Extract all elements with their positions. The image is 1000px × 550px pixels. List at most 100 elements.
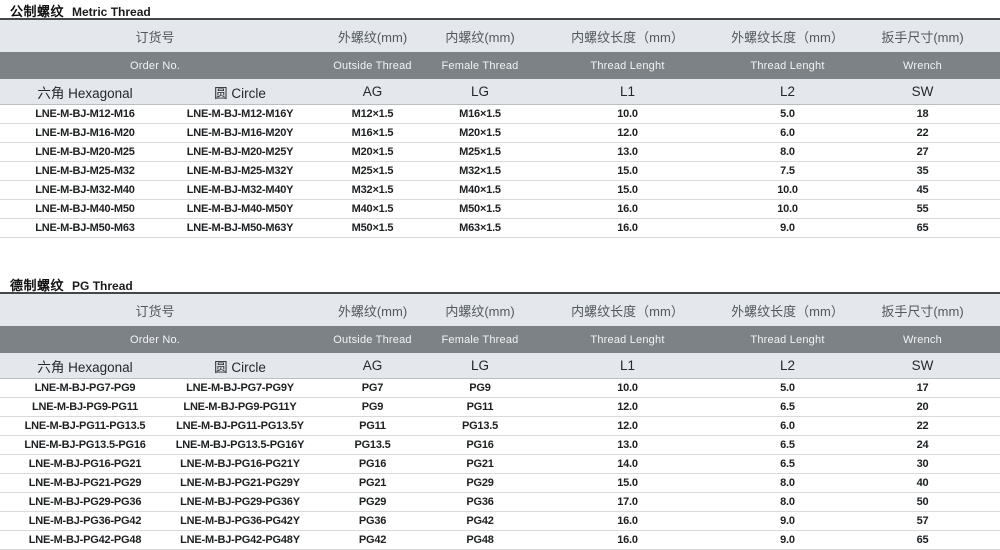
table-cell: 17	[845, 379, 1000, 398]
header-outside-thread-length-cn: 外螺纹长度（mm）	[730, 20, 845, 52]
table-cell: PG42	[435, 512, 525, 531]
table-row: LNE-M-BJ-PG9-PG11LNE-M-BJ-PG9-PG11YPG9PG…	[0, 398, 1000, 417]
table-cell: LNE-M-BJ-PG36-PG42	[0, 512, 170, 531]
table-cell: 15.0	[525, 162, 730, 181]
table-cell: LNE-M-BJ-PG16-PG21	[0, 455, 170, 474]
header-outside-thread-cn: 外螺纹(mm)	[310, 294, 435, 326]
table-cell: 13.0	[525, 436, 730, 455]
table-cell: M63×1.5	[435, 219, 525, 238]
table-cell: 10.0	[730, 181, 845, 200]
table-cell: 5.0	[730, 379, 845, 398]
subheader-circle: 圆 Circle	[170, 79, 310, 105]
table-cell: 65	[845, 531, 1000, 550]
subheader-ag: AG	[310, 79, 435, 105]
metric-thread-section: 公制螺纹Metric Thread 订货号 外螺纹(mm) 内螺纹(mm) 内螺…	[0, 0, 1000, 238]
subheader-hexagonal: 六角 Hexagonal	[0, 353, 170, 379]
table-cell: 35	[845, 162, 1000, 181]
header-outside-thread-en: Outside Thread	[310, 52, 435, 79]
header-order-no-en: Order No.	[0, 326, 310, 353]
subheader-lg: LG	[435, 353, 525, 379]
table-cell: LNE-M-BJ-M50-M63	[0, 219, 170, 238]
subheader-l1: L1	[525, 79, 730, 105]
header-thread-length-l1-en: Thread Lenght	[525, 326, 730, 353]
table-cell: PG42	[310, 531, 435, 550]
table-cell: LNE-M-BJ-PG16-PG21Y	[170, 455, 310, 474]
table-cell: 6.5	[730, 398, 845, 417]
table-cell: M32×1.5	[310, 181, 435, 200]
table-cell: 12.0	[525, 124, 730, 143]
table-cell: 6.5	[730, 436, 845, 455]
table-cell: 40	[845, 474, 1000, 493]
table-cell: PG29	[310, 493, 435, 512]
table-cell: 45	[845, 181, 1000, 200]
table-row: LNE-M-BJ-PG42-PG48LNE-M-BJ-PG42-PG48YPG4…	[0, 531, 1000, 550]
header-thread-length-l1-en: Thread Lenght	[525, 52, 730, 79]
subheader-l2: L2	[730, 353, 845, 379]
table-cell: PG13.5	[310, 436, 435, 455]
table-cell: M16×1.5	[435, 105, 525, 124]
table-cell: 17.0	[525, 493, 730, 512]
table-cell: 18	[845, 105, 1000, 124]
table-cell: 22	[845, 417, 1000, 436]
table-cell: 6.0	[730, 417, 845, 436]
header-thread-length-l2-en: Thread Lenght	[730, 52, 845, 79]
header-wrench-size-cn: 扳手尺寸(mm)	[845, 20, 1000, 52]
table-row: LNE-M-BJ-M50-M63LNE-M-BJ-M50-M63YM50×1.5…	[0, 219, 1000, 238]
pg-thread-tbody: LNE-M-BJ-PG7-PG9LNE-M-BJ-PG7-PG9YPG7PG91…	[0, 379, 1000, 550]
table-cell: 8.0	[730, 474, 845, 493]
table-cell: 9.0	[730, 531, 845, 550]
table-cell: 27	[845, 143, 1000, 162]
table-cell: LNE-M-BJ-M50-M63Y	[170, 219, 310, 238]
header-female-thread-en: Female Thread	[435, 326, 525, 353]
table-cell: PG13.5	[435, 417, 525, 436]
table-cell: 6.5	[730, 455, 845, 474]
table-cell: M20×1.5	[435, 124, 525, 143]
table-cell: PG21	[310, 474, 435, 493]
header-wrench-en: Wrench	[845, 326, 1000, 353]
header-outside-thread-cn: 外螺纹(mm)	[310, 20, 435, 52]
table-cell: LNE-M-BJ-M12-M16Y	[170, 105, 310, 124]
table-row: LNE-M-BJ-PG36-PG42LNE-M-BJ-PG36-PG42YPG3…	[0, 512, 1000, 531]
table-cell: PG7	[310, 379, 435, 398]
table-cell: 55	[845, 200, 1000, 219]
table-cell: LNE-M-BJ-PG13.5-PG16Y	[170, 436, 310, 455]
table-cell: LNE-M-BJ-PG7-PG9Y	[170, 379, 310, 398]
table-cell: M50×1.5	[435, 200, 525, 219]
table-cell: 10.0	[525, 105, 730, 124]
table-cell: 22	[845, 124, 1000, 143]
table-cell: PG11	[435, 398, 525, 417]
header-row-cn: 订货号 外螺纹(mm) 内螺纹(mm) 内螺纹长度（mm） 外螺纹长度（mm） …	[0, 294, 1000, 326]
header-row-cn: 订货号 外螺纹(mm) 内螺纹(mm) 内螺纹长度（mm） 外螺纹长度（mm） …	[0, 20, 1000, 52]
header-order-no-en: Order No.	[0, 52, 310, 79]
table-cell: LNE-M-BJ-PG11-PG13.5	[0, 417, 170, 436]
table-row: LNE-M-BJ-PG16-PG21LNE-M-BJ-PG16-PG21YPG1…	[0, 455, 1000, 474]
header-thread-length-l2-en: Thread Lenght	[730, 326, 845, 353]
subheader-lg: LG	[435, 79, 525, 105]
table-row: LNE-M-BJ-M12-M16LNE-M-BJ-M12-M16YM12×1.5…	[0, 105, 1000, 124]
table-cell: 30	[845, 455, 1000, 474]
table-cell: PG29	[435, 474, 525, 493]
table-cell: PG36	[310, 512, 435, 531]
table-cell: 16.0	[525, 219, 730, 238]
table-cell: LNE-M-BJ-M25-M32Y	[170, 162, 310, 181]
table-cell: 24	[845, 436, 1000, 455]
table-cell: 12.0	[525, 417, 730, 436]
table-row: LNE-M-BJ-M16-M20LNE-M-BJ-M16-M20YM16×1.5…	[0, 124, 1000, 143]
table-cell: PG21	[435, 455, 525, 474]
header-wrench-size-cn: 扳手尺寸(mm)	[845, 294, 1000, 326]
table-cell: PG9	[435, 379, 525, 398]
table-cell: LNE-M-BJ-M12-M16	[0, 105, 170, 124]
table-cell: M32×1.5	[435, 162, 525, 181]
table-cell: 10.0	[730, 200, 845, 219]
table-cell: 14.0	[525, 455, 730, 474]
table-row: LNE-M-BJ-PG21-PG29LNE-M-BJ-PG21-PG29YPG2…	[0, 474, 1000, 493]
header-female-thread-en: Female Thread	[435, 52, 525, 79]
table-cell: 8.0	[730, 143, 845, 162]
metric-thread-title: 公制螺纹Metric Thread	[0, 0, 1000, 20]
table-cell: LNE-M-BJ-M32-M40	[0, 181, 170, 200]
table-cell: LNE-M-BJ-PG21-PG29Y	[170, 474, 310, 493]
table-title-en: PG Thread	[72, 279, 133, 293]
subheader-ag: AG	[310, 353, 435, 379]
subheader-row: 六角 Hexagonal 圆 Circle AG LG L1 L2 SW	[0, 353, 1000, 379]
table-row: LNE-M-BJ-PG11-PG13.5LNE-M-BJ-PG11-PG13.5…	[0, 417, 1000, 436]
